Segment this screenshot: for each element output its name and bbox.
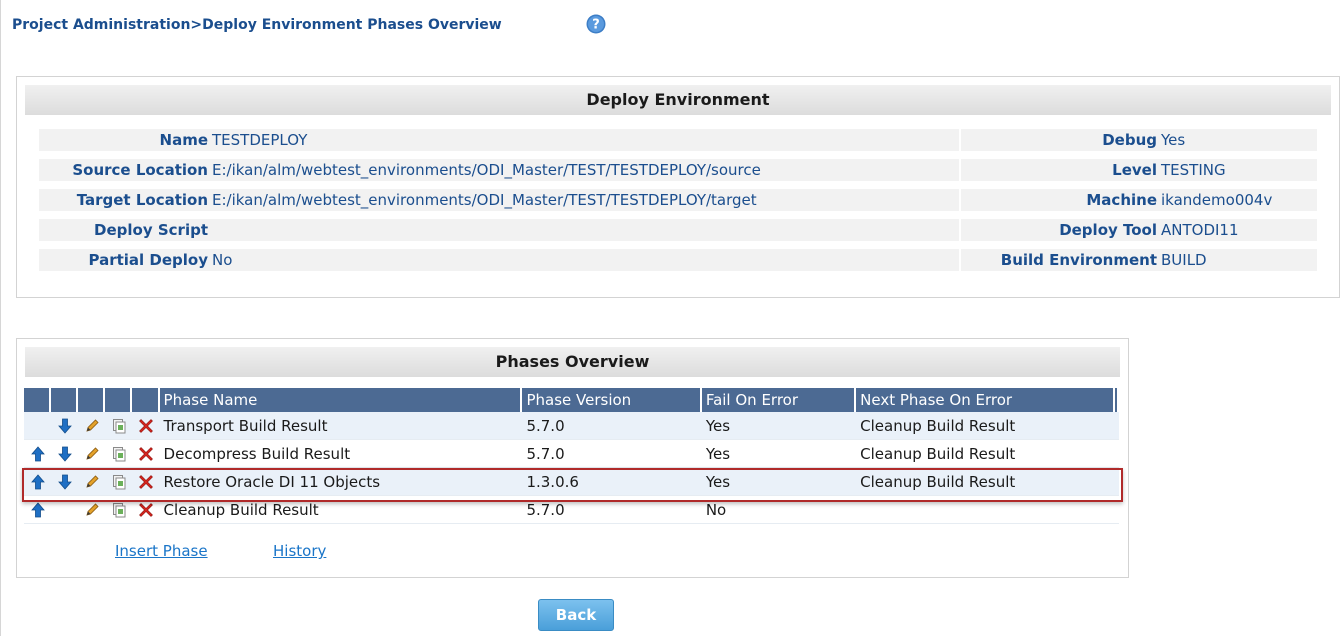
- field-build-environment-label: Build Environment: [1000, 251, 1157, 269]
- deploy-environment-title: Deploy Environment: [25, 85, 1331, 115]
- field-deploy-tool-label: Deploy Tool: [1059, 221, 1157, 239]
- fail-on-error: No: [701, 496, 857, 524]
- field-machine-label: Machine: [1086, 191, 1157, 209]
- deploy-environment-panel: Deploy Environment Name TESTDEPLOY Sourc…: [16, 76, 1340, 298]
- col-copy: [105, 388, 133, 412]
- field-level: Level TESTING: [961, 158, 1331, 183]
- move-up-icon[interactable]: [30, 502, 46, 518]
- edit-icon[interactable]: [84, 418, 100, 434]
- move-down-icon[interactable]: [57, 446, 73, 462]
- col-phase-name: Phase Name: [159, 388, 523, 412]
- field-debug-label: Debug: [1102, 131, 1157, 149]
- field-level-value: TESTING: [1161, 161, 1226, 179]
- fail-on-error: Yes: [701, 468, 857, 496]
- field-deploy-tool: Deploy Tool ANTODI11: [961, 218, 1331, 243]
- field-machine-value: ikandemo004v: [1161, 191, 1273, 209]
- edit-icon[interactable]: [84, 474, 100, 490]
- table-row: Cleanup Build Result 5.7.0 No: [24, 496, 1119, 524]
- move-down-icon[interactable]: [57, 474, 73, 490]
- field-name-label: Name: [159, 131, 208, 149]
- field-debug-value: Yes: [1161, 131, 1186, 149]
- edit-icon[interactable]: [84, 446, 100, 462]
- col-fail-on-error: Fail On Error: [701, 388, 857, 412]
- copy-icon[interactable]: [111, 418, 127, 434]
- edit-icon[interactable]: [84, 502, 100, 518]
- field-target-location-label: Target Location: [76, 191, 208, 209]
- field-source-location: Source Location E:/ikan/alm/webtest_envi…: [17, 158, 937, 183]
- phases-overview-title: Phases Overview: [25, 347, 1120, 377]
- field-target-location-value: E:/ikan/alm/webtest_environments/ODI_Mas…: [212, 191, 757, 209]
- field-source-location-label: Source Location: [72, 161, 208, 179]
- field-name: Name TESTDEPLOY: [17, 128, 937, 153]
- next-phase-on-error: Cleanup Build Result: [856, 440, 1115, 468]
- phase-version: 5.7.0: [522, 496, 702, 524]
- copy-icon[interactable]: [111, 446, 127, 462]
- move-down-icon[interactable]: [57, 418, 73, 434]
- left-border: [0, 0, 1, 636]
- col-move-up: [24, 388, 52, 412]
- field-debug: Debug Yes: [961, 128, 1331, 153]
- field-build-environment: Build Environment BUILD: [961, 248, 1331, 273]
- move-up-icon[interactable]: [30, 474, 46, 490]
- copy-icon[interactable]: [111, 502, 127, 518]
- field-deploy-script-label: Deploy Script: [94, 221, 208, 239]
- col-phase-version: Phase Version: [522, 388, 702, 412]
- copy-icon[interactable]: [111, 474, 127, 490]
- delete-icon[interactable]: [138, 474, 154, 490]
- phase-name: Transport Build Result: [159, 412, 523, 440]
- field-source-location-value: E:/ikan/alm/webtest_environments/ODI_Mas…: [212, 161, 761, 179]
- phase-name: Cleanup Build Result: [159, 496, 523, 524]
- history-link[interactable]: History: [273, 542, 326, 560]
- phases-header-row: Phase Name Phase Version Fail On Error N…: [24, 388, 1119, 412]
- next-phase-on-error: Cleanup Build Result: [856, 412, 1115, 440]
- phase-name: Decompress Build Result: [159, 440, 523, 468]
- phase-name: Restore Oracle DI 11 Objects: [159, 468, 523, 496]
- delete-icon[interactable]: [138, 418, 154, 434]
- field-partial-deploy-label: Partial Deploy: [88, 251, 209, 269]
- breadcrumb: Project Administration>Deploy Environmen…: [12, 17, 502, 33]
- field-name-value: TESTDEPLOY: [212, 131, 308, 149]
- field-level-label: Level: [1112, 161, 1157, 179]
- col-move-down: [51, 388, 79, 412]
- table-row-selected[interactable]: Restore Oracle DI 11 Objects 1.3.0.6 Yes…: [24, 468, 1119, 496]
- help-icon[interactable]: ?: [586, 14, 606, 34]
- table-row: Transport Build Result 5.7.0 Yes Cleanup…: [24, 412, 1119, 440]
- phase-version: 5.7.0: [522, 412, 702, 440]
- field-partial-deploy: Partial Deploy No: [17, 248, 937, 273]
- field-build-environment-value: BUILD: [1161, 251, 1207, 269]
- table-row: Decompress Build Result 5.7.0 Yes Cleanu…: [24, 440, 1119, 468]
- move-down-cell: [51, 496, 79, 524]
- svg-text:?: ?: [592, 18, 600, 33]
- next-phase-on-error: [856, 496, 1115, 524]
- field-machine: Machine ikandemo004v: [961, 188, 1331, 213]
- phase-version: 1.3.0.6: [522, 468, 702, 496]
- insert-phase-link[interactable]: Insert Phase: [115, 542, 208, 560]
- field-partial-deploy-value: No: [212, 251, 233, 269]
- move-up-icon[interactable]: [30, 446, 46, 462]
- phases-table: Phase Name Phase Version Fail On Error N…: [24, 388, 1119, 524]
- col-edit: [78, 388, 106, 412]
- col-delete: [132, 388, 160, 412]
- delete-icon[interactable]: [138, 502, 154, 518]
- phase-version: 5.7.0: [522, 440, 702, 468]
- field-deploy-tool-value: ANTODI11: [1161, 221, 1239, 239]
- move-up-cell: [24, 412, 52, 440]
- fail-on-error: Yes: [701, 412, 857, 440]
- back-button[interactable]: Back: [538, 599, 614, 631]
- col-next-phase-on-error: Next Phase On Error: [856, 388, 1115, 412]
- field-deploy-script: Deploy Script: [17, 218, 937, 243]
- field-target-location: Target Location E:/ikan/alm/webtest_envi…: [17, 188, 937, 213]
- col-spacer: [1114, 388, 1119, 412]
- fail-on-error: Yes: [701, 440, 857, 468]
- delete-icon[interactable]: [138, 446, 154, 462]
- next-phase-on-error: Cleanup Build Result: [856, 468, 1115, 496]
